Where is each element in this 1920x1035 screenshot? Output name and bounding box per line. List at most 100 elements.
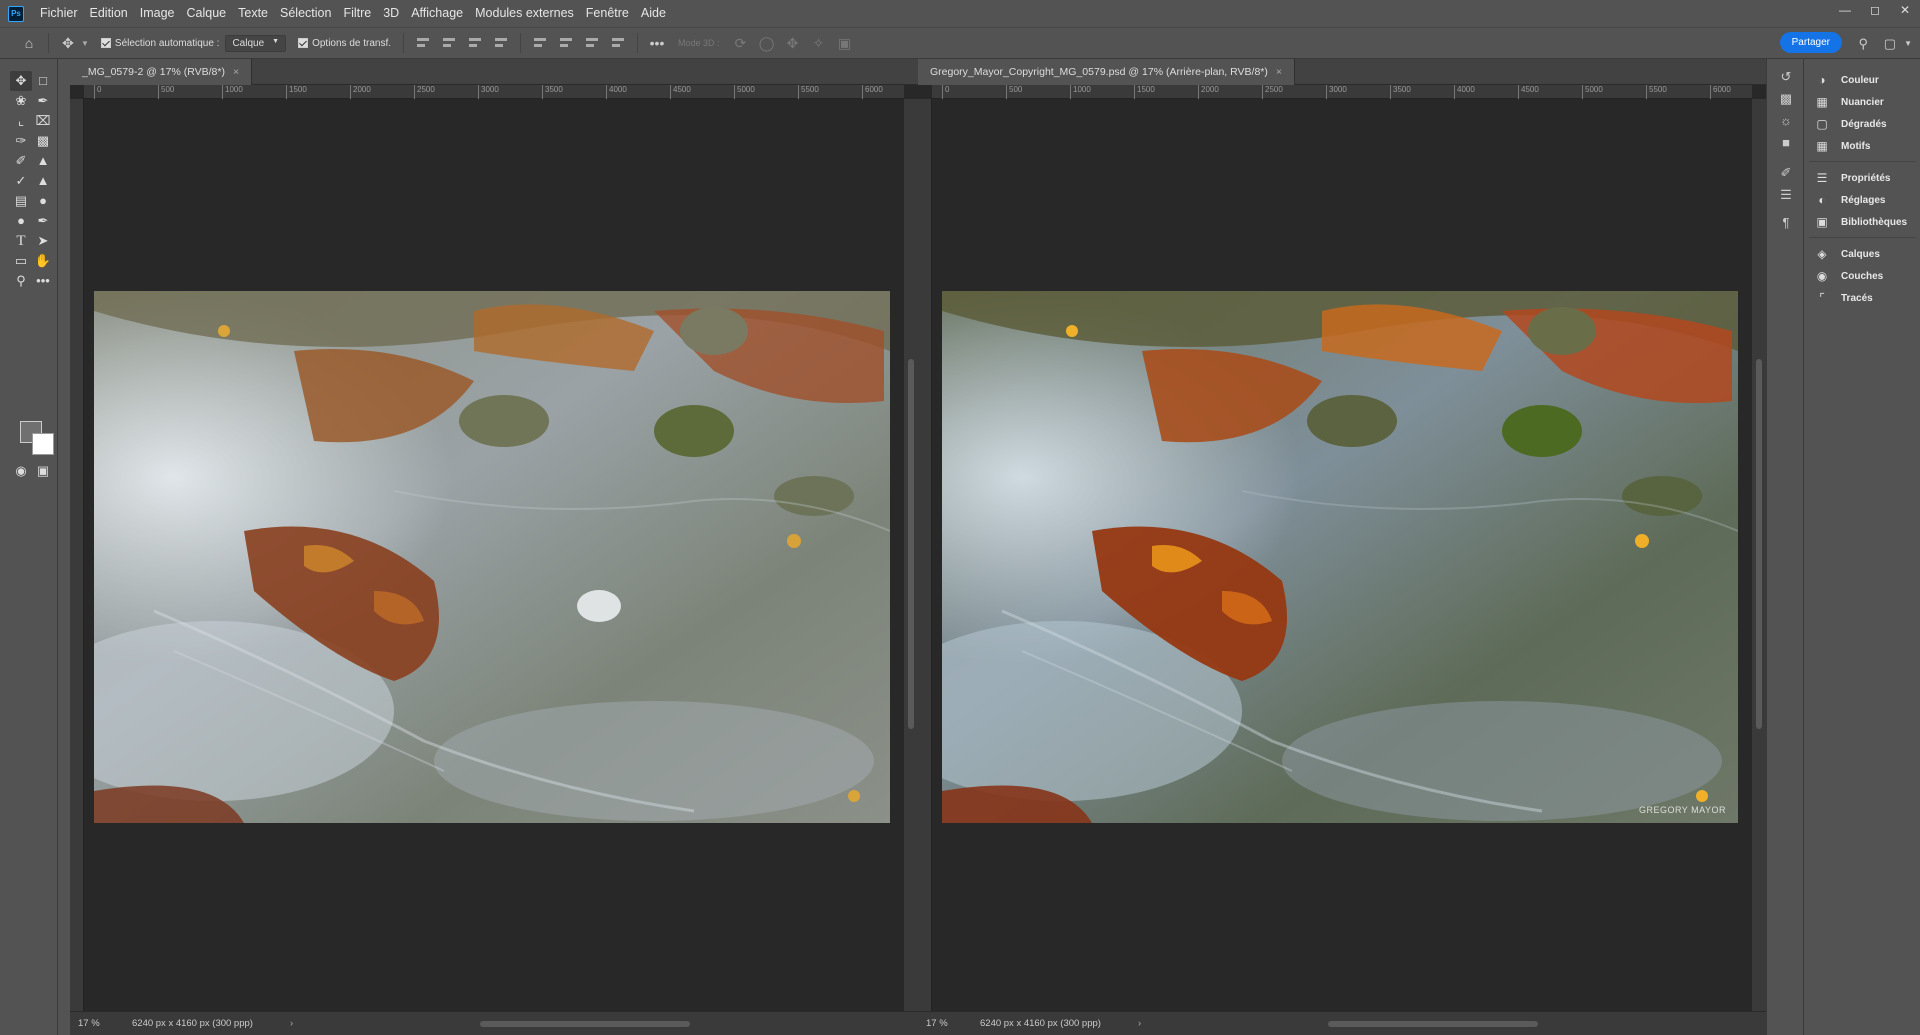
menu-selection[interactable]: Sélection bbox=[274, 0, 337, 27]
ruler-label: 4500 bbox=[670, 85, 691, 99]
menu-calque[interactable]: Calque bbox=[181, 0, 233, 27]
align-bottom-icon[interactable] bbox=[582, 36, 602, 50]
gradient-tool-icon[interactable]: ▤ bbox=[10, 191, 32, 211]
minimize-icon[interactable]: — bbox=[1830, 0, 1860, 27]
panel-calques[interactable]: ◈ Calques bbox=[1813, 243, 1880, 265]
menu-3d[interactable]: 3D bbox=[377, 0, 405, 27]
menu-image[interactable]: Image bbox=[134, 0, 181, 27]
menu-modules-externes[interactable]: Modules externes bbox=[469, 0, 580, 27]
rectangle-tool-icon[interactable]: ▭ bbox=[10, 251, 32, 271]
background-color-swatch[interactable] bbox=[32, 433, 54, 455]
close-icon[interactable]: × bbox=[1276, 66, 1282, 78]
quick-selection-tool-icon[interactable]: ✒ bbox=[32, 91, 54, 111]
pen-tool-icon[interactable]: ✒ bbox=[32, 211, 54, 231]
eyedropper-tool-icon[interactable]: ✑ bbox=[10, 131, 32, 151]
distribute-vertical-icon[interactable] bbox=[608, 36, 628, 50]
search-icon[interactable]: ⚲ bbox=[1858, 36, 1868, 52]
distribute-horizontal-icon[interactable] bbox=[491, 36, 511, 50]
more-options-icon[interactable]: ••• bbox=[644, 35, 670, 51]
auto-select-checkbox[interactable]: Sélection automatique : bbox=[100, 38, 219, 49]
canvas-area[interactable] bbox=[84, 99, 904, 1011]
document-tab[interactable]: _MG_0579-2 @ 17% (RVB/8*) × bbox=[70, 59, 253, 85]
canvas-area[interactable]: GREGORY MAYOR bbox=[932, 99, 1752, 1011]
screen-mode-icon[interactable]: ▣ bbox=[32, 461, 54, 481]
auto-select-dropdown[interactable]: Calque ▼ bbox=[225, 34, 287, 52]
home-icon[interactable]: ⌂ bbox=[16, 35, 42, 51]
quick-mask-icon[interactable]: ◉ bbox=[10, 461, 32, 481]
crop-tool-icon[interactable]: ⌞ bbox=[10, 111, 32, 131]
scrollbar-thumb[interactable] bbox=[908, 359, 914, 729]
scrollbar-thumb[interactable] bbox=[480, 1021, 690, 1027]
menu-fenetre[interactable]: Fenêtre bbox=[580, 0, 635, 27]
horizontal-scrollbar[interactable] bbox=[280, 1020, 890, 1028]
panel-traces[interactable]: ⌜ Tracés bbox=[1813, 287, 1873, 309]
history-icon[interactable]: ↺ bbox=[1777, 69, 1795, 87]
workspace-icon[interactable]: ▢ bbox=[1884, 36, 1896, 52]
panel-couches[interactable]: ◉ Couches bbox=[1813, 265, 1883, 287]
share-button[interactable]: Partager bbox=[1779, 32, 1842, 53]
history-brush-tool-icon[interactable]: ✓ bbox=[10, 171, 32, 191]
brushes-icon[interactable]: ✐ bbox=[1777, 165, 1795, 183]
align-top-icon[interactable] bbox=[530, 36, 550, 50]
panel-degrades[interactable]: ▢ Dégradés bbox=[1813, 113, 1887, 135]
panel-reglages[interactable]: ◐ Réglages bbox=[1813, 189, 1885, 211]
scrollbar-thumb[interactable] bbox=[1756, 359, 1762, 729]
checkbox-icon[interactable] bbox=[100, 38, 111, 48]
histogram-icon[interactable]: ▩ bbox=[1777, 91, 1795, 109]
panel-motifs[interactable]: ▦ Motifs bbox=[1813, 135, 1870, 157]
panel-couleur[interactable]: ◑ Couleur bbox=[1813, 69, 1879, 91]
navigator-icon[interactable]: ☼ bbox=[1777, 113, 1795, 131]
frame-tool-icon[interactable]: ⌧ bbox=[32, 111, 54, 131]
brush-tool-icon[interactable]: ✐ bbox=[10, 151, 32, 171]
blur-tool-icon[interactable]: ● bbox=[32, 191, 54, 211]
clone-stamp-tool-icon[interactable]: ▲ bbox=[32, 151, 54, 171]
scrollbar-thumb[interactable] bbox=[1328, 1021, 1538, 1027]
align-center-icon[interactable] bbox=[439, 36, 459, 50]
ruler-label: 4500 bbox=[1518, 85, 1539, 99]
zoom-level[interactable]: 17 % bbox=[918, 1018, 968, 1029]
move-tool-icon[interactable]: ✥ bbox=[10, 71, 32, 91]
comments-icon[interactable]: ■ bbox=[1777, 135, 1795, 153]
checkbox-icon[interactable] bbox=[298, 38, 309, 48]
panel-proprietes[interactable]: ☰ Propriétés bbox=[1813, 167, 1891, 189]
panel-label: Dégradés bbox=[1841, 118, 1887, 130]
close-window-icon[interactable]: ✕ bbox=[1890, 0, 1920, 27]
align-middle-icon[interactable] bbox=[556, 36, 576, 50]
zoom-tool-icon[interactable]: ⚲ bbox=[10, 271, 32, 291]
move-tool-icon[interactable]: ✥ bbox=[55, 35, 81, 52]
horizontal-scrollbar[interactable] bbox=[1128, 1020, 1738, 1028]
marquee-tool-icon[interactable]: □ bbox=[32, 71, 54, 91]
menu-texte[interactable]: Texte bbox=[232, 0, 274, 27]
menu-affichage[interactable]: Affichage bbox=[405, 0, 469, 27]
maximize-icon[interactable]: ◻ bbox=[1860, 0, 1890, 27]
lasso-tool-icon[interactable]: ❀ bbox=[10, 91, 32, 111]
paragraph-icon[interactable]: ¶ bbox=[1777, 215, 1795, 233]
vertical-scrollbar[interactable] bbox=[904, 99, 918, 1011]
menu-aide[interactable]: Aide bbox=[635, 0, 672, 27]
edit-toolbar-icon[interactable]: ••• bbox=[32, 271, 54, 291]
spot-healing-tool-icon[interactable]: ▩ bbox=[32, 131, 54, 151]
path-selection-tool-icon[interactable]: ➤ bbox=[32, 231, 54, 251]
panel-nuancier[interactable]: ▦ Nuancier bbox=[1813, 91, 1883, 113]
hand-tool-icon[interactable]: ✋ bbox=[32, 251, 54, 271]
dodge-tool-icon[interactable]: ● bbox=[10, 211, 32, 231]
panel-label: Couleur bbox=[1841, 74, 1879, 86]
chevron-down-icon[interactable]: ▼ bbox=[1904, 39, 1912, 48]
type-tool-icon[interactable]: T bbox=[10, 231, 32, 251]
close-icon[interactable]: × bbox=[233, 66, 239, 78]
zoom-level[interactable]: 17 % bbox=[70, 1018, 120, 1029]
align-left-icon[interactable] bbox=[413, 36, 433, 50]
menu-edition[interactable]: Edition bbox=[84, 0, 134, 27]
brush-settings-icon[interactable]: ☰ bbox=[1777, 187, 1795, 205]
panel-divider bbox=[1809, 161, 1916, 162]
tool-preset-chevron-icon[interactable]: ▼ bbox=[81, 39, 89, 48]
transform-controls-checkbox[interactable]: Options de transf. bbox=[298, 38, 391, 49]
document-tab[interactable]: Gregory_Mayor_Copyright_MG_0579.psd @ 17… bbox=[918, 59, 1296, 85]
eraser-tool-icon[interactable]: ▲ bbox=[32, 171, 54, 191]
menu-fichier[interactable]: Fichier bbox=[34, 0, 84, 27]
vertical-scrollbar[interactable] bbox=[1752, 99, 1766, 1011]
align-right-icon[interactable] bbox=[465, 36, 485, 50]
ruler-label: 2500 bbox=[414, 85, 435, 99]
menu-filtre[interactable]: Filtre bbox=[337, 0, 377, 27]
panel-bibliotheques[interactable]: ▣ Bibliothèques bbox=[1813, 211, 1907, 233]
